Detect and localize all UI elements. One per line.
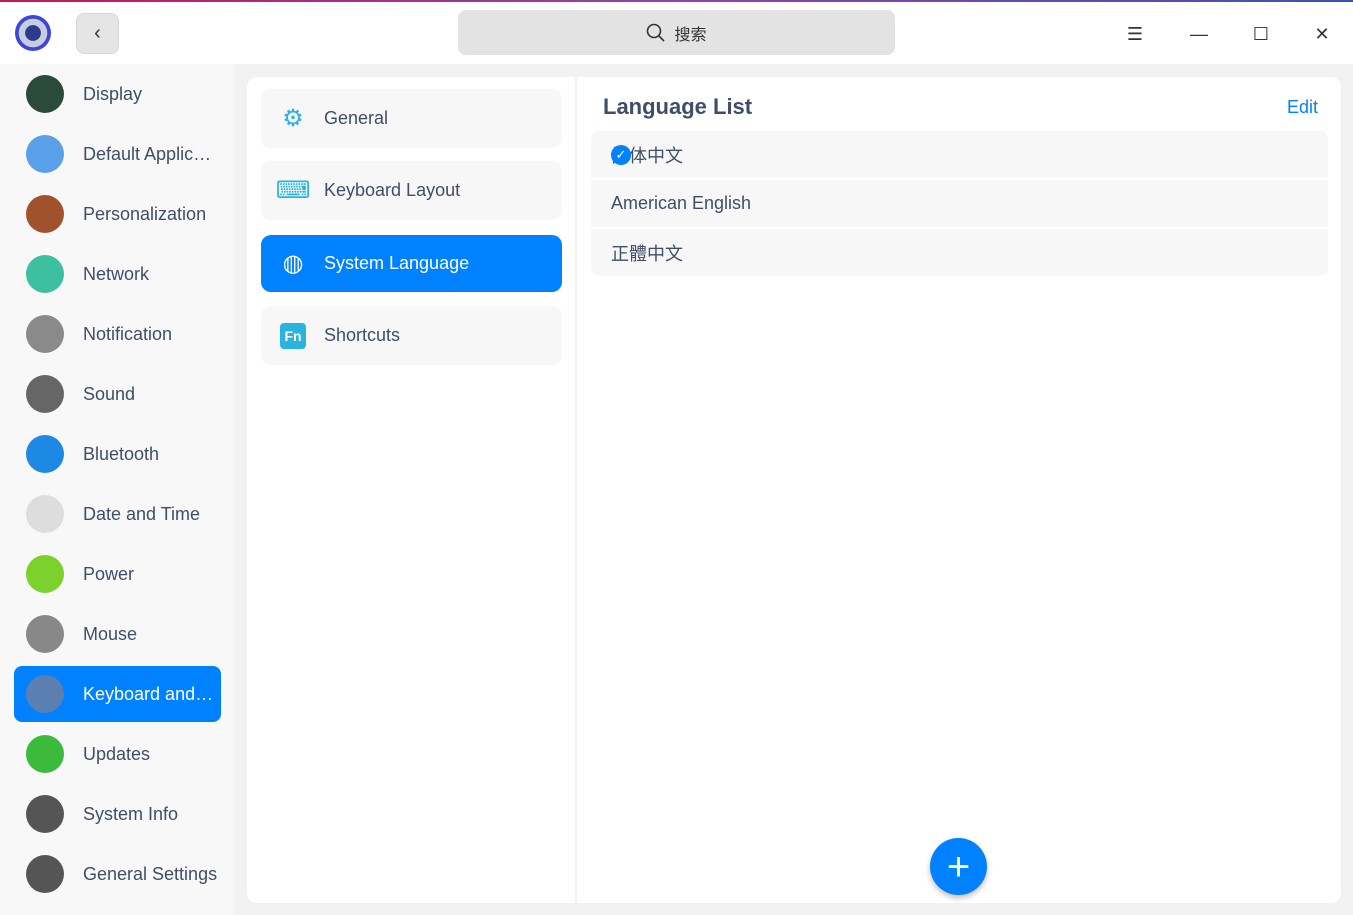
sidebar-item-label: Date and Time (83, 503, 201, 524)
submenu-item-system-language[interactable]: ◍ System Language (261, 235, 562, 292)
network-icon (26, 255, 64, 293)
sidebar-item-personalization[interactable]: Personalization (14, 186, 221, 242)
sidebar-item-label: General Settings (83, 863, 218, 884)
submenu-item-label: Shortcuts (324, 325, 401, 345)
display-icon (26, 75, 64, 113)
speaker-icon (26, 375, 64, 413)
language-item[interactable]: 简体中文 ✓ (591, 131, 1328, 178)
sidebar-item-network[interactable]: Network (14, 246, 221, 302)
keyboard-icon: ⌨ (275, 177, 311, 204)
back-button[interactable]: ‹ (76, 13, 119, 54)
sidebar-item-notification[interactable]: Notification (14, 306, 221, 362)
language-label: 正體中文 (611, 243, 683, 264)
menu-button[interactable]: ☰ (1120, 20, 1150, 48)
submenu-item-shortcuts[interactable]: Fn Shortcuts (261, 306, 562, 365)
language-label: American English (611, 193, 752, 213)
sidebar-item-label: Display (83, 83, 143, 104)
sidebar-item-updates[interactable]: Updates (14, 726, 221, 782)
sidebar-item-label: Keyboard and… (83, 683, 214, 704)
sidebar-item-date-and-time[interactable]: Date and Time (14, 486, 221, 542)
sidebar-item-keyboard-and[interactable]: Keyboard and… (14, 666, 221, 722)
sidebar-item-system-info[interactable]: System Info (14, 786, 221, 842)
submenu-item-label: Keyboard Layout (324, 180, 461, 200)
control-center-logo-icon (15, 15, 51, 51)
update-icon (26, 735, 64, 773)
edit-button[interactable]: Edit (1287, 97, 1318, 118)
sidebar-item-label: Power (83, 563, 135, 584)
sidebar-item-label: Default Applic… (83, 143, 212, 164)
submenu-item-general[interactable]: ⚙ General (261, 89, 562, 148)
bluetooth-icon (26, 435, 64, 473)
sidebar-item-label: Mouse (83, 623, 138, 644)
language-item[interactable]: 正體中文 (591, 229, 1328, 276)
sidebar-item-label: Network (83, 263, 150, 284)
close-button[interactable]: ✕ (1307, 20, 1337, 48)
keyboard-icon (26, 675, 64, 713)
title-bar: ‹ 搜索 ☰ — ☐ ✕ (0, 2, 1353, 64)
sidebar-item-bluetooth[interactable]: Bluetooth (14, 426, 221, 482)
language-item[interactable]: American English (591, 180, 1328, 227)
sidebar-item-sound[interactable]: Sound (14, 366, 221, 422)
gear-icon (26, 855, 64, 893)
system-info-icon (26, 795, 64, 833)
submenu-item-label: System Language (324, 253, 470, 273)
submenu-item-label: General (324, 108, 389, 128)
submenu-item-keyboard-layout[interactable]: ⌨ Keyboard Layout (261, 161, 562, 220)
maximize-button[interactable]: ☐ (1246, 20, 1276, 48)
sidebar-item-label: Notification (83, 323, 173, 344)
clock-icon (26, 495, 64, 533)
sidebar: Display Default Applic… Personalization Net… (0, 64, 235, 915)
minimize-button[interactable]: — (1184, 20, 1214, 48)
fn-key-icon: Fn (280, 322, 306, 349)
search-input[interactable]: 搜索 (458, 10, 895, 55)
sidebar-item-general-settings[interactable]: General Settings (14, 846, 221, 902)
sidebar-item-label: Sound (83, 383, 136, 404)
language-list-title: Language List (603, 94, 753, 119)
sidebar-item-display[interactable]: Display (14, 66, 221, 122)
default-apps-icon (26, 135, 64, 173)
sidebar-item-label: Updates (83, 743, 151, 764)
gear-icon: ⚙ (282, 105, 304, 132)
bell-icon (26, 315, 64, 353)
sidebar-item-label: Bluetooth (83, 443, 160, 464)
search-icon (647, 23, 666, 42)
checkmark-icon: ✓ (611, 144, 631, 165)
sidebar-item-default-applic[interactable]: Default Applic… (14, 126, 221, 182)
add-language-button[interactable]: + (930, 838, 987, 895)
search-placeholder: 搜索 (674, 26, 707, 44)
sidebar-item-label: System Info (83, 803, 179, 824)
globe-icon: ◍ (282, 250, 304, 277)
mouse-icon (26, 615, 64, 653)
palette-icon (26, 195, 64, 233)
sidebar-item-label: Personalization (83, 203, 207, 224)
sidebar-item-power[interactable]: Power (14, 546, 221, 602)
battery-icon (26, 555, 64, 593)
sidebar-item-mouse[interactable]: Mouse (14, 606, 221, 662)
